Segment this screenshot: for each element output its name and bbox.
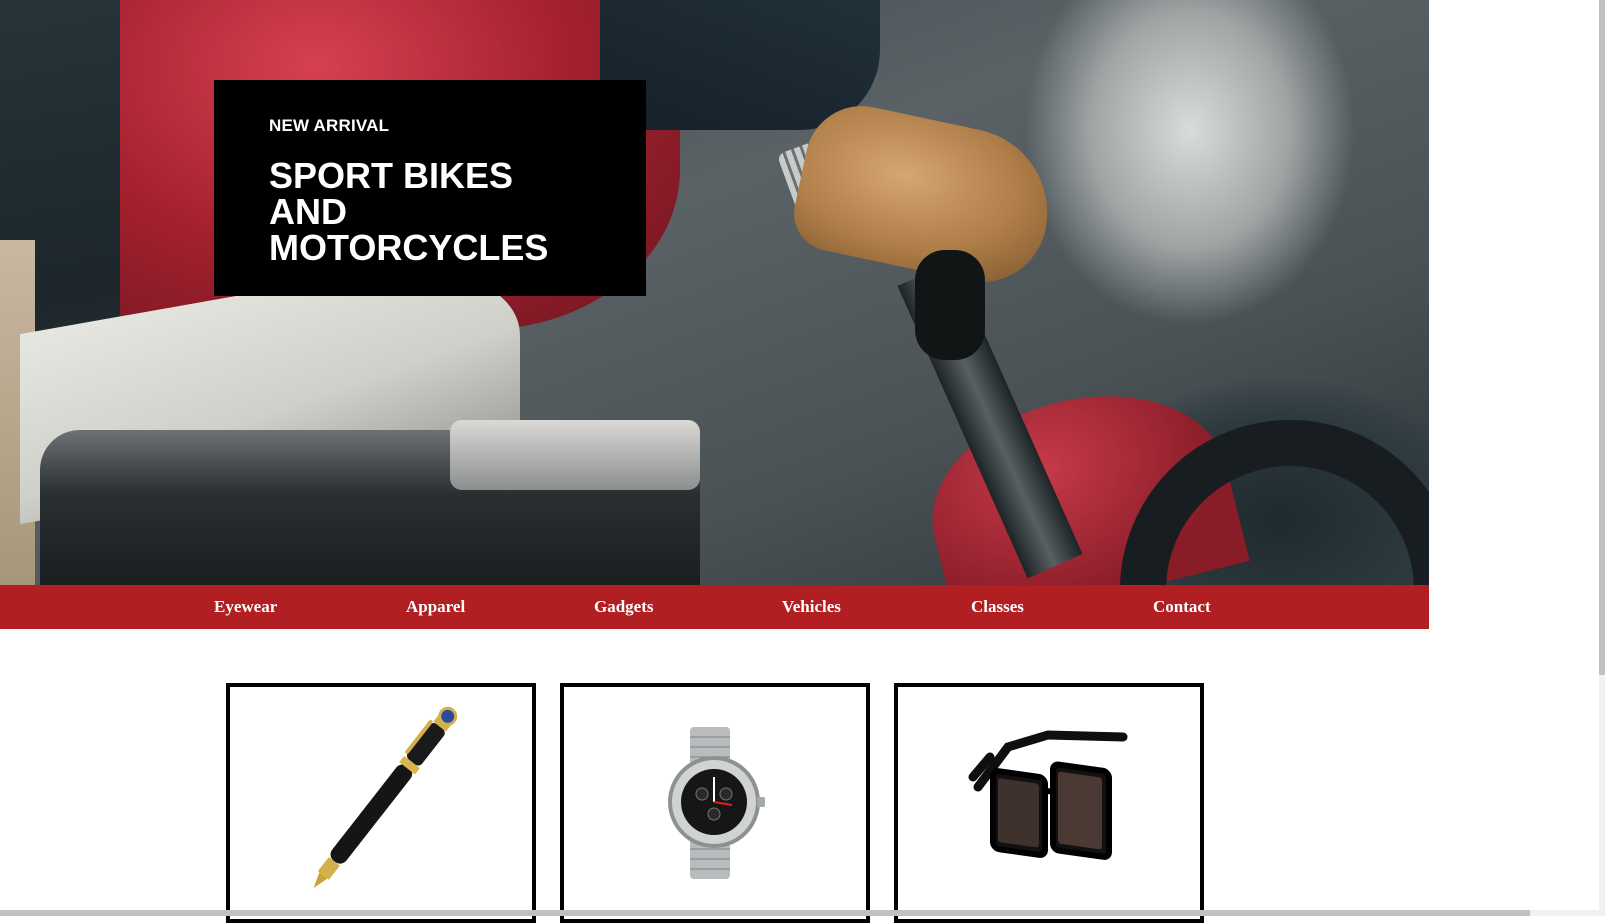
horizontal-scrollbar-thumb[interactable] [0,910,1530,916]
promo-title: SPORT BIKES AND MOTORCYCLES [269,155,549,268]
pen-icon [313,706,458,889]
vertical-scrollbar-thumb[interactable] [1599,0,1605,675]
promo-box: NEW ARRIVAL SPORT BIKES AND MOTORCYCLES [214,80,646,296]
nav-item-apparel[interactable]: Apparel [406,585,465,629]
hero-banner: NEW ARRIVAL SPORT BIKES AND MOTORCYCLES [0,0,1429,585]
product-card-sunglasses[interactable] [894,683,1204,923]
product-card-pen[interactable] [226,683,536,923]
nav-item-classes[interactable]: Classes [971,585,1024,629]
nav-item-vehicles[interactable]: Vehicles [782,585,841,629]
promo-eyebrow: NEW ARRIVAL [269,116,390,135]
nav-item-gadgets[interactable]: Gadgets [594,585,654,629]
nav-item-eyewear[interactable]: Eyewear [214,585,277,629]
main-nav: Eyewear Apparel Gadgets Vehicles Classes… [0,585,1429,629]
horizontal-scrollbar[interactable] [0,910,1599,916]
product-card-watch[interactable] [560,683,870,923]
sunglasses-icon [968,730,1128,860]
nav-item-contact[interactable]: Contact [1153,585,1211,629]
wristwatch-icon [668,727,765,879]
vertical-scrollbar[interactable] [1599,0,1605,916]
